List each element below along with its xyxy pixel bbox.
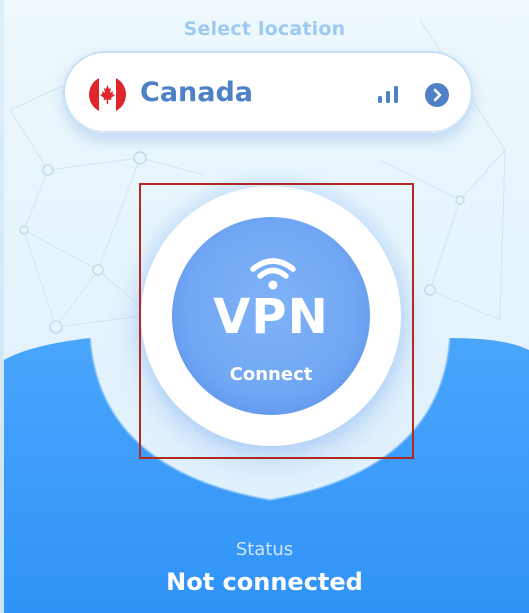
connection-status: Not connected	[166, 568, 363, 596]
wifi-icon	[250, 258, 296, 290]
connect-button[interactable]: VPN Connect	[172, 217, 370, 415]
connect-label: Connect	[229, 364, 313, 385]
status-label: Status	[235, 539, 294, 560]
vpn-logo-text: VPN	[213, 289, 329, 345]
vpn-app: Select location Canada VPN Connect Statu…	[0, 0, 529, 613]
